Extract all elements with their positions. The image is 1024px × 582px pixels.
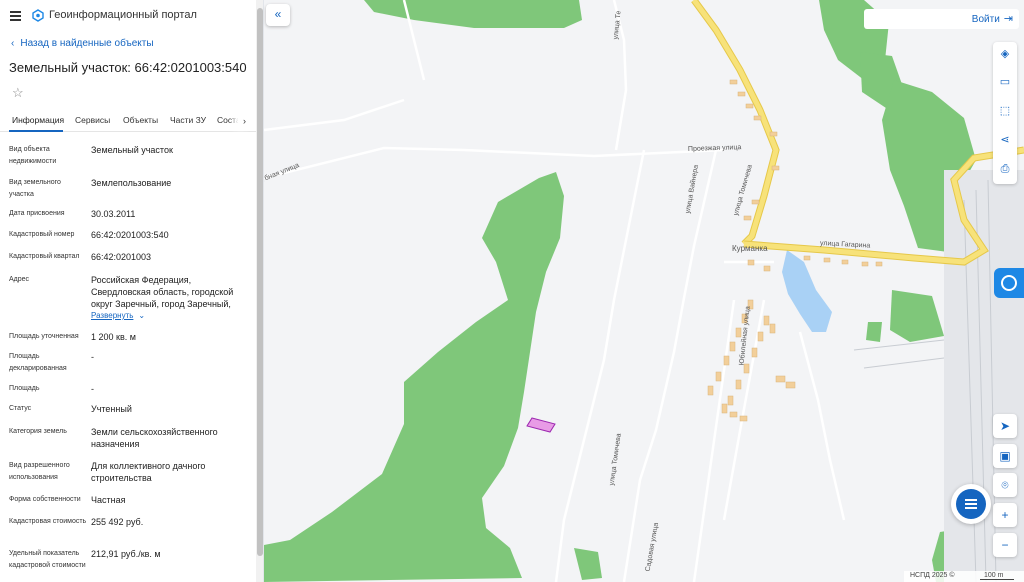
field-value: Для коллективного дачного строительства	[91, 461, 206, 483]
chevron-down-icon: ⌄	[138, 311, 146, 320]
layers-icon[interactable]: ◈	[993, 42, 1017, 66]
field-value: 30.03.2011	[91, 209, 136, 219]
tab-objects[interactable]: Объекты	[123, 115, 158, 125]
field-value: Частная	[91, 495, 126, 505]
selected-parcel	[526, 417, 556, 433]
field-value: -	[91, 352, 94, 362]
geolocation-button[interactable]: ⌾	[993, 473, 1017, 497]
field-label: Вид объекта недвижимости	[9, 146, 57, 165]
login-button[interactable]: Войти ⇥	[972, 12, 1013, 25]
login-label: Войти	[971, 14, 1000, 25]
forest-east-mid	[890, 290, 944, 342]
field-label: Дата присвоения	[9, 210, 65, 217]
map-base-layer	[264, 0, 1024, 582]
field-label: Площадь декларированная	[9, 353, 67, 372]
portal-logo-icon	[32, 9, 44, 22]
navigation-arrow-icon: ➤	[999, 419, 1011, 433]
portal-name: Геоинформационный портал	[49, 9, 197, 21]
expand-address-label: Развернуть	[91, 311, 134, 320]
favorite-star-icon[interactable]: ☆	[12, 85, 24, 101]
field-value: Земельный участок	[91, 145, 173, 155]
tab-information[interactable]: Информация	[12, 115, 64, 125]
field-label: Удельный показатель кадастровой стоимост…	[9, 550, 86, 569]
location-pin-icon: ⌾	[1001, 478, 1009, 492]
tab-land-parts[interactable]: Части ЗУ	[170, 115, 206, 125]
chat-support-button[interactable]	[951, 484, 991, 524]
back-to-results-label: Назад в найденные объекты	[20, 38, 154, 49]
double-chevron-left-icon: «	[274, 7, 282, 21]
forest-small-south	[574, 548, 602, 580]
field-value: 66:42:0201003	[91, 252, 152, 262]
field-label: Статус	[9, 405, 32, 412]
locate-me-button[interactable]: ➤	[993, 414, 1017, 438]
minus-icon: −	[1001, 538, 1009, 552]
field-label: Площадь	[9, 385, 40, 392]
sidebar-topbar: Геоинформационный портал	[0, 0, 256, 32]
field-label: Кадастровая стоимость	[9, 518, 87, 525]
map-scale-label: 100 m	[984, 572, 1004, 579]
forest-main	[264, 172, 564, 582]
field-value: 255 492 руб.	[91, 517, 144, 527]
sidebar-scrollbar[interactable]	[256, 0, 263, 582]
field-label: Категория земель	[9, 428, 67, 435]
map-scale-bar	[980, 579, 1014, 580]
field-label: Площадь уточненная	[9, 333, 79, 340]
sidebar-panel: Геоинформационный портал ‹ Назад в найден…	[0, 0, 264, 582]
field-value: Российская Федерация, Свердловская облас…	[91, 275, 234, 309]
zoom-in-button[interactable]: +	[993, 503, 1017, 527]
settlement-label: Курманка	[732, 244, 768, 253]
field-value: Земли сельскохозяйственного назначения	[91, 427, 218, 449]
map-footer: НСПД 2025 © 100 m	[904, 571, 1024, 582]
field-label: Адрес	[9, 276, 30, 283]
field-label: Вид разрешенного использования	[9, 462, 70, 481]
select-area-icon[interactable]: ⬚	[993, 99, 1017, 123]
forest-top	[364, 0, 582, 28]
widget-logo-icon	[1001, 275, 1017, 291]
back-to-results-link[interactable]: ‹ Назад в найденные объекты	[11, 38, 154, 49]
map-tools-panel: ◈ ▭ ⬚ ⋖ ⎙	[993, 42, 1017, 184]
sidebar-scroll-thumb[interactable]	[257, 8, 263, 556]
side-widget-button[interactable]	[994, 268, 1024, 298]
object-title: Земельный участок: 66:42:0201003:540	[9, 60, 247, 75]
print-icon[interactable]: ⎙	[993, 157, 1017, 181]
forest-east-small	[866, 322, 882, 342]
map-type-button[interactable]: ▣	[993, 444, 1017, 468]
tab-services[interactable]: Сервисы	[75, 115, 110, 125]
minor-roads	[264, 0, 846, 582]
field-value: 1 200 кв. м	[91, 332, 136, 342]
map-copyright: НСПД 2025 ©	[910, 572, 955, 579]
field-label: Вид земельного участка	[9, 179, 61, 198]
pond	[782, 250, 832, 332]
zoom-out-button[interactable]: −	[993, 533, 1017, 557]
map-type-icon: ▣	[999, 449, 1011, 463]
collapse-sidebar-button[interactable]: «	[266, 4, 290, 26]
field-value: Землепользование	[91, 178, 172, 188]
plus-icon: +	[1001, 508, 1009, 522]
field-value: Учтенный	[91, 404, 132, 414]
chevron-left-icon: ‹	[11, 38, 15, 49]
forest-areas	[264, 0, 976, 582]
ruler-icon[interactable]: ▭	[993, 70, 1017, 94]
field-label: Кадастровый квартал	[9, 253, 80, 260]
field-value: 212,91 руб./кв. м	[91, 549, 161, 559]
login-arrow-icon: ⇥	[1003, 13, 1013, 25]
share-icon[interactable]: ⋖	[993, 128, 1017, 152]
expand-address-link[interactable]: Развернуть ⌄	[91, 311, 145, 320]
tabs-scroll-right-icon[interactable]: ›	[238, 114, 251, 129]
field-value: 66:42:0201003:540	[91, 230, 169, 240]
object-tabs: Информация Сервисы Объекты Части ЗУ Сост…	[0, 112, 256, 132]
map-canvas[interactable]: Клубная улица Проезжая улица улица Томич…	[264, 0, 1024, 582]
field-label: Кадастровый номер	[9, 231, 75, 238]
field-value: -	[91, 384, 94, 394]
active-tab-indicator	[9, 130, 63, 132]
hamburger-menu-icon[interactable]	[10, 11, 21, 21]
login-box: Войти ⇥	[864, 9, 1019, 29]
field-label: Форма собственности	[9, 496, 81, 503]
